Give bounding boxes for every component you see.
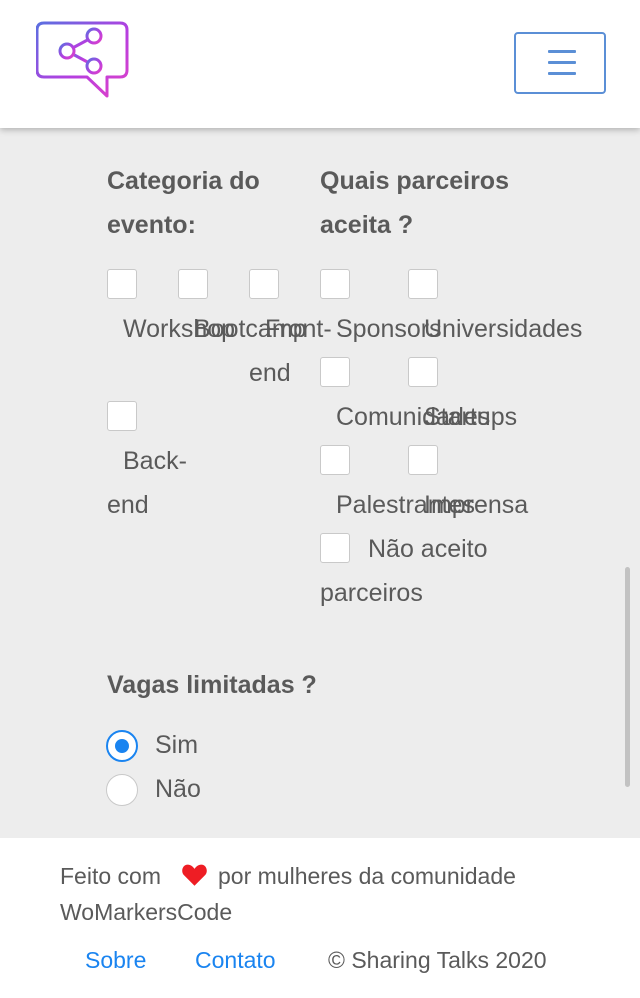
menu-toggle-button[interactable] (514, 32, 606, 94)
back-end-checkbox[interactable] (107, 401, 137, 431)
navbar (0, 0, 640, 128)
copyright: © Sharing Talks 2020 (328, 947, 547, 973)
vagas-nao-label: Não (155, 775, 201, 803)
scrollbar-thumb[interactable] (625, 567, 630, 787)
hamburger-menu-icon (548, 50, 576, 53)
universidades-checkbox[interactable] (408, 269, 438, 299)
share-speech-bubble-logo[interactable] (36, 21, 130, 99)
universidades-label: Universidades (424, 315, 583, 343)
back-end-label-line2: end (107, 491, 149, 519)
footer: Feito com por mulheres da comunidade WoM… (0, 838, 640, 998)
startups-checkbox[interactable] (408, 357, 438, 387)
event-form: Categoria do evento: Workshop Bootcamp F… (0, 128, 640, 838)
nao-aceito-parceiros-checkbox[interactable] (320, 533, 350, 563)
sponsors-checkbox[interactable] (320, 269, 350, 299)
nao-aceito-label-line2: parceiros (320, 579, 423, 607)
nao-aceito-label: Não aceito (368, 535, 488, 563)
vagas-sim-radio[interactable] (106, 730, 138, 762)
front-end-checkbox[interactable] (249, 269, 279, 299)
imprensa-checkbox[interactable] (408, 445, 438, 475)
made-with-prefix: Feito com (60, 863, 161, 889)
startups-label: Startups (424, 403, 518, 431)
partners-heading: Quais parceiros aceita ? (320, 167, 509, 239)
community-name: WoMarkersCode (60, 899, 233, 925)
imprensa-label: Imprensa (424, 491, 529, 519)
contato-link[interactable]: Contato (195, 942, 276, 978)
palestrantes-checkbox[interactable] (320, 445, 350, 475)
sobre-link[interactable]: Sobre (85, 942, 146, 978)
front-end-label: Front- (265, 315, 332, 343)
bootcamp-checkbox[interactable] (178, 269, 208, 299)
vagas-nao-radio[interactable] (106, 774, 138, 806)
front-end-label-line2: end (249, 359, 291, 387)
made-with-suffix: por mulheres da comunidade (218, 863, 516, 889)
back-end-label: Back- (123, 447, 187, 475)
category-heading: Categoria do evento: (107, 167, 260, 239)
vagas-heading: Vagas limitadas ? (107, 671, 317, 699)
comunidades-checkbox[interactable] (320, 357, 350, 387)
heart-icon (182, 864, 207, 886)
workshop-checkbox[interactable] (107, 269, 137, 299)
vagas-sim-label: Sim (155, 731, 199, 759)
